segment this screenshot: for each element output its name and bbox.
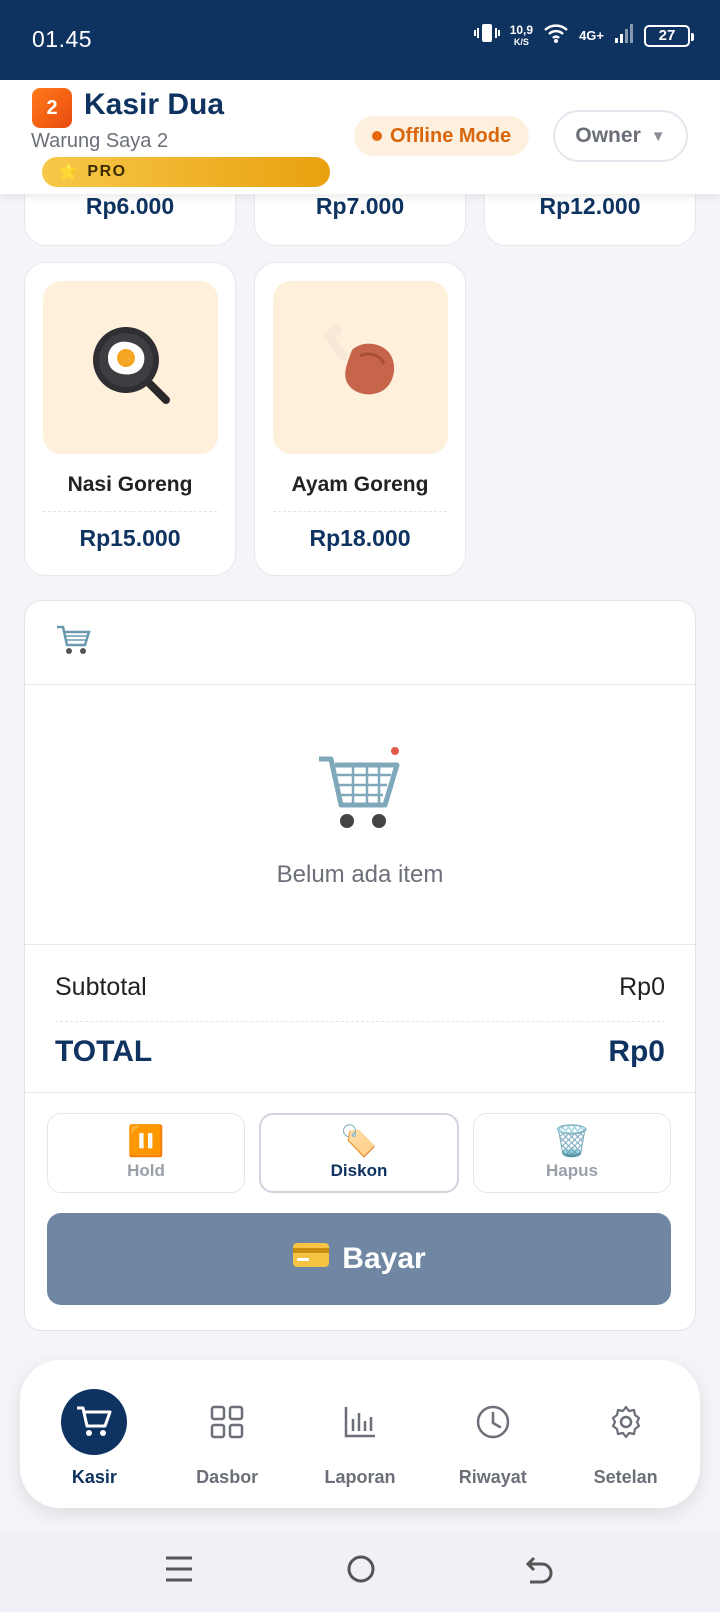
chevron-down-icon: ▼ — [650, 127, 666, 145]
battery-indicator: 27 — [644, 24, 694, 47]
subtotal-label: Subtotal — [55, 973, 147, 1001]
app-title: Kasir Dua — [84, 88, 225, 121]
product-price: Rp12.000 — [539, 193, 641, 219]
divider — [55, 1021, 665, 1022]
pause-icon: ⏸️ — [127, 1125, 165, 1158]
cart-empty-state: Belum ada item — [25, 685, 695, 945]
role-selected: Owner — [575, 124, 641, 147]
vibrate-icon — [473, 22, 500, 49]
divider — [273, 511, 447, 512]
cart-actions: ⏸️ Hold 🏷️ Diskon 🗑️ Hapus — [47, 1113, 671, 1193]
product-name: Ayam Goreng — [291, 473, 429, 496]
product-card-nasi-goreng[interactable]: Nasi Goreng Rp15.000 — [24, 262, 236, 576]
pro-label: PRO — [87, 163, 127, 180]
discount-label: Diskon — [330, 1161, 388, 1180]
empty-cart-text: Belum ada item — [276, 861, 444, 888]
app-header: 2 Kasir Dua Warung Saya 2 ⭐ PRO Offline … — [0, 80, 720, 194]
nav-label: Kasir — [71, 1467, 117, 1487]
hold-label: Hold — [127, 1161, 165, 1180]
grid-icon — [194, 1389, 260, 1455]
offline-dot-icon — [372, 131, 382, 141]
fried-egg-pan-icon — [86, 320, 176, 415]
signal-icon — [614, 22, 634, 49]
pay-button[interactable]: Bayar — [47, 1213, 671, 1305]
product-price: Rp18.000 — [309, 525, 411, 551]
cart-icon — [55, 623, 91, 662]
recents-icon[interactable] — [164, 1552, 194, 1591]
cart-totals: Subtotal Rp0 TOTAL Rp0 — [25, 945, 695, 1093]
empty-cart-icon — [315, 745, 405, 838]
role-selector[interactable]: Owner ▼ — [553, 110, 688, 162]
offline-mode-badge[interactable]: Offline Mode — [354, 116, 530, 156]
total-row: TOTAL Rp0 — [55, 1035, 665, 1069]
clear-label: Hapus — [546, 1161, 598, 1180]
product-thumbnail — [273, 281, 448, 454]
hold-button[interactable]: ⏸️ Hold — [47, 1113, 245, 1193]
subtotal-row: Subtotal Rp0 — [55, 973, 665, 1002]
system-nav-bar — [0, 1532, 720, 1612]
wifi-icon — [543, 22, 569, 49]
back-icon[interactable] — [524, 1552, 556, 1591]
status-time: 01.45 — [32, 26, 93, 52]
cart-header — [25, 601, 695, 685]
pay-label: Bayar — [342, 1242, 426, 1275]
pro-badge: ⭐ PRO — [42, 157, 330, 187]
trash-icon: 🗑️ — [553, 1125, 591, 1158]
nav-label: Dasbor — [196, 1467, 259, 1487]
chicken-leg-icon — [316, 320, 406, 415]
chart-icon — [327, 1389, 393, 1455]
home-icon[interactable] — [345, 1552, 377, 1591]
nav-item-setelan[interactable]: Setelan — [566, 1369, 686, 1499]
clear-button[interactable]: 🗑️ Hapus — [473, 1113, 671, 1193]
total-value: Rp0 — [608, 1035, 665, 1068]
product-card-ayam-goreng[interactable]: Ayam Goreng Rp18.000 — [254, 262, 466, 576]
product-price: Rp7.000 — [315, 193, 405, 219]
offline-label: Offline Mode — [390, 124, 512, 147]
gear-icon — [593, 1389, 659, 1455]
product-name: Nasi Goreng — [67, 473, 193, 496]
store-name: Warung Saya 2 — [31, 130, 169, 152]
app-logo: 2 — [32, 88, 72, 128]
total-label: TOTAL — [55, 1035, 153, 1068]
nav-label: Setelan — [593, 1467, 658, 1487]
discount-button[interactable]: 🏷️ Diskon — [259, 1113, 459, 1193]
network-type: 4G+ — [579, 28, 604, 43]
tag-icon: 🏷️ — [340, 1125, 378, 1158]
star-icon: ⭐ — [58, 164, 80, 181]
clock-icon — [460, 1389, 526, 1455]
product-price: Rp15.000 — [79, 525, 181, 551]
nav-label: Laporan — [324, 1467, 396, 1487]
status-bar: 01.45 10,9 K/S 4G+ 27 — [0, 0, 720, 80]
nav-item-riwayat[interactable]: Riwayat — [433, 1369, 553, 1499]
nav-label: Riwayat — [458, 1467, 527, 1487]
nav-item-kasir[interactable]: Kasir — [34, 1369, 154, 1499]
cart-panel: Belum ada item Subtotal Rp0 TOTAL Rp0 ⏸️… — [24, 600, 696, 1331]
credit-card-icon — [292, 1241, 330, 1277]
nav-item-dasbor[interactable]: Dasbor — [167, 1369, 287, 1499]
bottom-nav: Kasir Dasbor Laporan Riwayat Setelan — [20, 1360, 700, 1508]
divider — [43, 511, 217, 512]
product-thumbnail — [43, 281, 218, 454]
network-speed: 10,9 K/S — [509, 22, 534, 47]
cart-icon — [61, 1389, 128, 1455]
nav-item-laporan[interactable]: Laporan — [300, 1369, 420, 1499]
status-icons: 10,9 K/S 4G+ 27 — [473, 22, 694, 49]
product-price: Rp6.000 — [85, 193, 175, 219]
subtotal-value: Rp0 — [619, 973, 665, 1001]
